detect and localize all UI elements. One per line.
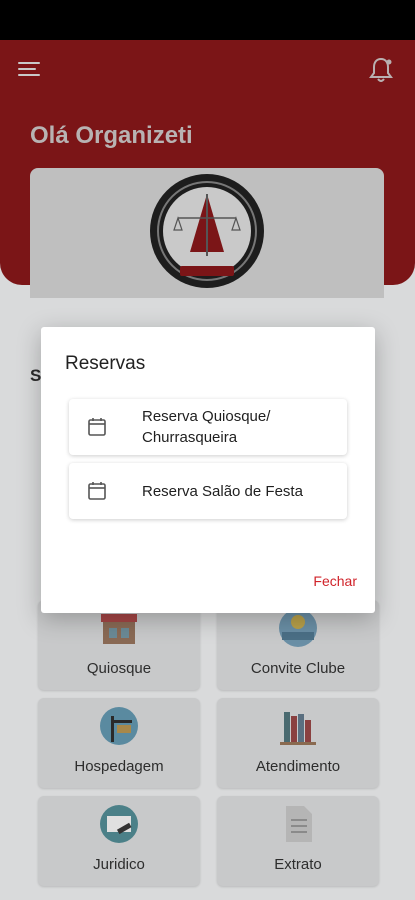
dialog-title: Reservas xyxy=(65,353,146,374)
calendar-icon xyxy=(88,418,106,436)
status-bar xyxy=(0,0,415,40)
option-reserva-salao[interactable]: Reserva Salão de Festa xyxy=(69,463,347,519)
option-label: Reserva Quiosque/ Churrasqueira xyxy=(142,408,271,446)
option-label: Reserva Salão de Festa xyxy=(142,483,303,500)
reservas-dialog: Reservas Reserva Quiosque/ Churrasqueira… xyxy=(41,327,375,613)
close-button[interactable]: Fechar xyxy=(313,573,357,589)
calendar-icon xyxy=(88,482,106,500)
option-reserva-quiosque[interactable]: Reserva Quiosque/ Churrasqueira xyxy=(69,399,347,455)
